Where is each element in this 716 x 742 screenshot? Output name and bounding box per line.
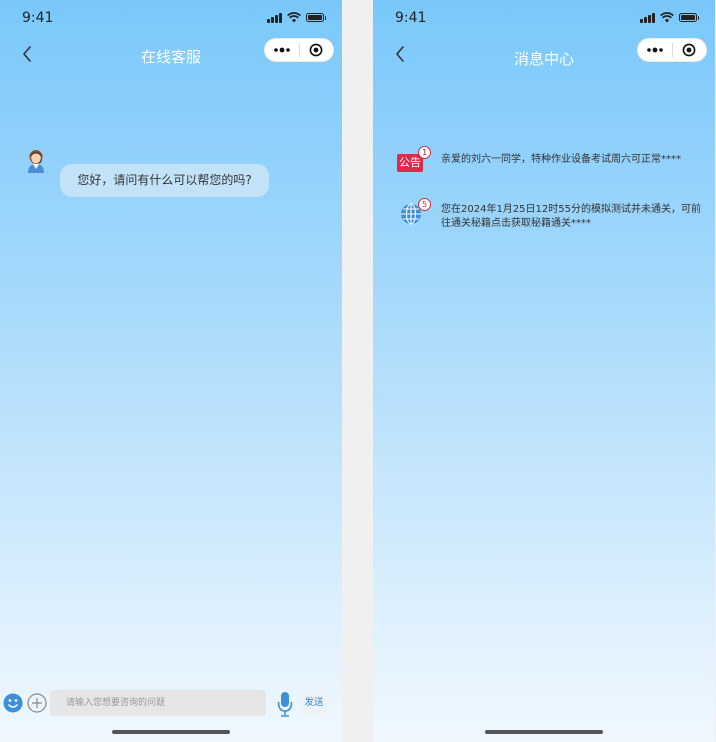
unread-badge: 5 — [418, 198, 431, 211]
signal-icon — [267, 12, 282, 23]
input-bar: 发送 — [0, 690, 342, 720]
status-icons — [267, 12, 326, 23]
wifi-icon — [287, 12, 301, 23]
agent-avatar-icon — [28, 150, 44, 173]
mini-program-capsule — [264, 38, 334, 62]
send-button[interactable]: 发送 — [301, 690, 327, 716]
home-indicator — [485, 730, 603, 734]
close-target-icon[interactable] — [300, 43, 334, 57]
message-text: 亲爱的刘六一同学，特种作业设备考试周六可正常**** — [441, 154, 681, 165]
close-target-icon[interactable] — [673, 43, 707, 57]
agent-message-bubble: 您好，请问有什么可以帮您的吗? — [60, 164, 269, 197]
home-indicator — [112, 730, 230, 734]
battery-icon — [306, 13, 326, 22]
add-icon[interactable] — [27, 693, 47, 713]
emoji-icon[interactable] — [3, 693, 23, 713]
unread-badge: 1 — [418, 146, 431, 159]
chat-screen: 9:41 在线客服 您好，请问有什么可以帮您的吗? 发送 — [0, 0, 342, 742]
status-time: 9:41 — [22, 10, 54, 26]
more-icon[interactable] — [265, 47, 299, 53]
status-icons — [640, 12, 699, 23]
message-item[interactable]: 5 您在2024年1月25日12时55分的模拟测试并未通关，可前往通关秘籍点击获… — [397, 198, 701, 230]
question-input[interactable] — [50, 690, 266, 716]
mini-program-capsule — [637, 38, 707, 62]
signal-icon — [640, 12, 655, 23]
message-text: 您在2024年1月25日12时55分的模拟测试并未通关，可前往通关秘籍点击获取秘… — [441, 204, 701, 229]
microphone-icon[interactable] — [276, 690, 294, 718]
message-item[interactable]: 公告 1 亲爱的刘六一同学，特种作业设备考试周六可正常**** — [397, 146, 701, 176]
message-center-screen: 9:41 消息中心 公告 1 亲爱的刘六一同学，特种作业设备考试周六可正常***… — [373, 0, 715, 742]
status-time: 9:41 — [395, 10, 427, 26]
more-icon[interactable] — [638, 47, 672, 53]
battery-icon — [679, 13, 699, 22]
wifi-icon — [660, 12, 674, 23]
screen-gap — [342, 0, 373, 742]
